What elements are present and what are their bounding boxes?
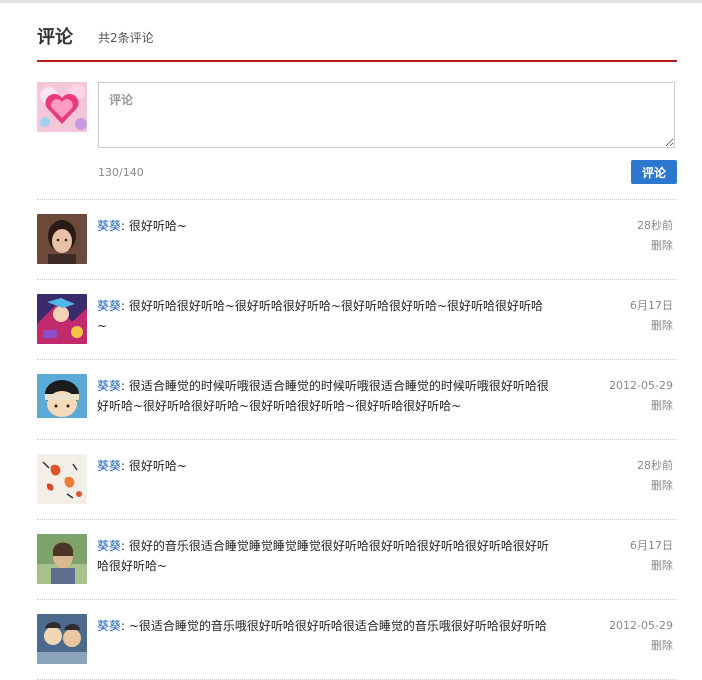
username-separator: : [121,459,129,473]
comment-body: 葵葵: 很好听哈~ [97,456,552,476]
username-separator: : [121,619,129,633]
char-counter: 130/140 [98,166,144,179]
current-user-avatar [37,82,87,132]
user-avatar[interactable] [37,374,87,424]
comment-compose: 130/140 评论 [37,62,677,200]
comment-item: 葵葵: 很好听哈~ 28秒前 删除 [37,200,677,280]
user-avatar[interactable] [37,294,87,344]
comment-text: ~很适合睡觉的音乐哦很好听哈很好听哈很适合睡觉的音乐哦很好听哈很好听哈 [128,619,547,633]
comment-time: 6月17日 [630,299,673,312]
comment-body: 葵葵: 很适合睡觉的时候听哦很适合睡觉的时候听哦很适合睡觉的时候听哦很好听哈很好… [97,376,552,416]
comment-time: 2012-05-29 [609,619,673,632]
comment-item: 葵葵: 很好的音乐很适合睡觉睡觉睡觉睡觉很好听哈很好听哈很好听哈很好听哈很好听哈… [37,520,677,600]
comment-time: 6月17日 [630,539,673,552]
comment-username[interactable]: 葵葵 [97,379,121,393]
comment-username[interactable]: 葵葵 [97,299,121,313]
delete-comment-link[interactable]: 删除 [651,316,673,336]
submit-comment-button[interactable]: 评论 [631,160,677,184]
comment-section: 评论 共2条评论 130/140 评论 [37,0,677,680]
comment-body: 葵葵: 很好听哈~ [97,216,552,236]
comment-item: 葵葵: ~很适合睡觉的音乐哦很好听哈很好听哈很适合睡觉的音乐哦很好听哈很好听哈 … [37,600,677,680]
delete-comment-link[interactable]: 删除 [651,396,673,416]
comment-text: 很适合睡觉的时候听哦很适合睡觉的时候听哦很适合睡觉的时候听哦很好听哈很好听哈~很… [97,379,549,413]
comment-username[interactable]: 葵葵 [97,459,121,473]
delete-comment-link[interactable]: 删除 [651,476,673,496]
comment-item: 葵葵: 很好听哈很好听哈~很好听哈很好听哈~很好听哈很好听哈~很好听哈很好听哈~… [37,280,677,360]
comment-time: 28秒前 [637,459,673,472]
comment-text: 很好的音乐很适合睡觉睡觉睡觉睡觉很好听哈很好听哈很好听哈很好听哈很好听哈很好听哈… [97,539,549,573]
comment-body: 葵葵: ~很适合睡觉的音乐哦很好听哈很好听哈很适合睡觉的音乐哦很好听哈很好听哈 [97,616,552,636]
delete-comment-link[interactable]: 删除 [651,556,673,576]
comment-username[interactable]: 葵葵 [97,219,121,233]
comment-item: 葵葵: 很好听哈~ 28秒前 删除 [37,440,677,520]
username-separator: : [121,299,129,313]
comment-time: 28秒前 [637,219,673,232]
comment-item: 葵葵: 很适合睡觉的时候听哦很适合睡觉的时候听哦很适合睡觉的时候听哦很好听哈很好… [37,360,677,440]
comment-text: 很好听哈~ [128,459,187,473]
comment-body: 葵葵: 很好听哈很好听哈~很好听哈很好听哈~很好听哈很好听哈~很好听哈很好听哈~ [97,296,552,336]
comment-header: 评论 共2条评论 [37,0,677,62]
user-avatar[interactable] [37,214,87,264]
username-separator: : [121,379,129,393]
section-title: 评论 [37,27,73,48]
comment-username[interactable]: 葵葵 [97,619,121,633]
username-separator: : [121,539,129,553]
comment-text: 很好听哈~ [128,219,187,233]
comment-text: 很好听哈很好听哈~很好听哈很好听哈~很好听哈很好听哈~很好听哈很好听哈~ [97,299,544,333]
comment-list: 葵葵: 很好听哈~ 28秒前 删除 葵葵: 很好听哈很好听哈~很好听哈很好听哈~… [37,200,677,680]
user-avatar[interactable] [37,614,87,664]
user-avatar[interactable] [37,534,87,584]
user-avatar[interactable] [37,454,87,504]
comment-username[interactable]: 葵葵 [97,539,121,553]
delete-comment-link[interactable]: 删除 [651,236,673,256]
username-separator: : [121,219,129,233]
comment-time: 2012-05-29 [609,379,673,392]
comment-input[interactable] [98,82,675,148]
comment-body: 葵葵: 很好的音乐很适合睡觉睡觉睡觉睡觉很好听哈很好听哈很好听哈很好听哈很好听哈… [97,536,552,576]
comment-count: 共2条评论 [98,31,154,45]
delete-comment-link[interactable]: 删除 [651,636,673,656]
